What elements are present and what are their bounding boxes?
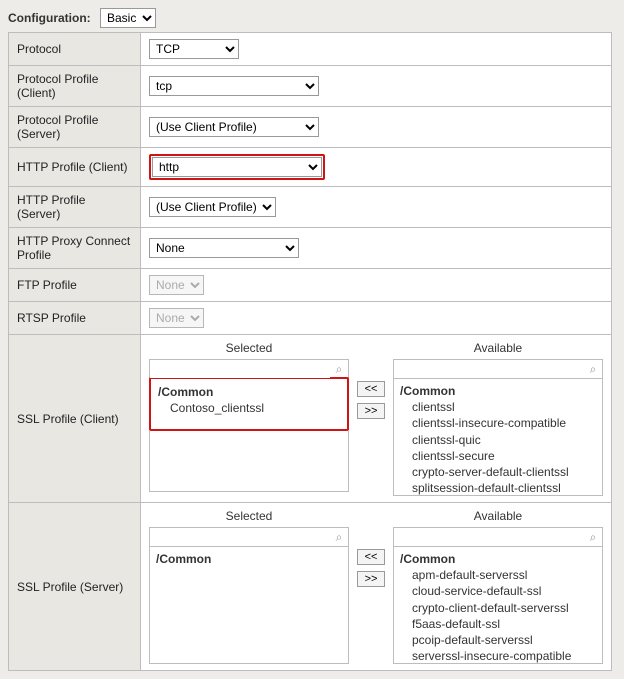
ssl-client-available-group: /Common <box>400 383 596 399</box>
ssl-server-available-group: /Common <box>400 551 596 567</box>
search-icon[interactable]: ⌕ <box>330 360 348 378</box>
label-protocol: Protocol <box>9 33 141 66</box>
ssl-server-available-search[interactable] <box>394 528 584 546</box>
label-ftp-profile: FTP Profile <box>9 269 141 302</box>
list-item[interactable]: clientssl <box>400 399 596 415</box>
list-item[interactable]: apm-default-serverssl <box>400 567 596 583</box>
search-icon[interactable]: ⌕ <box>330 528 348 546</box>
label-rtsp-profile: RTSP Profile <box>9 302 141 335</box>
ssl-server-selected-list[interactable]: /Common <box>149 546 349 664</box>
ssl-client-selected-header: Selected <box>149 341 349 359</box>
search-icon[interactable]: ⌕ <box>584 360 602 378</box>
list-item[interactable]: clientssl-insecure-compatible <box>400 415 596 431</box>
move-left-button[interactable]: << <box>357 381 385 397</box>
select-proto-profile-server[interactable]: (Use Client Profile) <box>149 117 319 137</box>
ssl-server-available-list[interactable]: /Common apm-default-serverssl cloud-serv… <box>393 546 603 664</box>
select-protocol[interactable]: TCP <box>149 39 239 59</box>
ssl-client-available-list[interactable]: /Common clientssl clientssl-insecure-com… <box>393 378 603 496</box>
label-ssl-client: SSL Profile (Client) <box>9 335 141 503</box>
list-item[interactable]: cloud-service-default-ssl <box>400 583 596 599</box>
ssl-client-selected-list-rest[interactable] <box>149 431 349 492</box>
label-http-profile-server: HTTP Profile (Server) <box>9 187 141 228</box>
ssl-client-selected-group: /Common <box>158 384 340 400</box>
ssl-server-available-header: Available <box>393 509 603 527</box>
label-ssl-server: SSL Profile (Server) <box>9 503 141 671</box>
select-proto-profile-client[interactable]: tcp <box>149 76 319 96</box>
list-item[interactable]: crypto-client-default-serverssl <box>400 600 596 616</box>
list-item[interactable]: pcoip-default-serverssl <box>400 632 596 648</box>
select-ftp-profile: None <box>149 275 204 295</box>
list-item[interactable]: crypto-server-default-clientssl <box>400 464 596 480</box>
list-item[interactable]: clientssl-secure <box>400 448 596 464</box>
move-right-button[interactable]: >> <box>357 403 385 419</box>
ssl-client-selected-list[interactable]: /Common Contoso_clientssl <box>151 379 347 429</box>
ssl-client-available-search[interactable] <box>394 360 584 378</box>
list-item[interactable]: serverssl-insecure-compatible <box>400 648 596 664</box>
list-item[interactable]: Contoso_clientssl <box>158 400 340 416</box>
select-http-profile-client[interactable]: http <box>152 157 322 177</box>
ssl-server-selected-search[interactable] <box>150 528 330 546</box>
list-item[interactable]: f5aas-default-ssl <box>400 616 596 632</box>
search-icon[interactable]: ⌕ <box>584 528 602 546</box>
ssl-client-available-header: Available <box>393 341 603 359</box>
config-label: Configuration: <box>8 11 91 25</box>
list-item[interactable]: splitsession-default-clientssl <box>400 480 596 496</box>
label-http-profile-client: HTTP Profile (Client) <box>9 148 141 187</box>
label-http-proxy-connect: HTTP Proxy Connect Profile <box>9 228 141 269</box>
ssl-client-selected-search[interactable] <box>150 360 330 378</box>
move-left-button[interactable]: << <box>357 549 385 565</box>
list-item[interactable]: clientssl-quic <box>400 432 596 448</box>
label-proto-profile-server: Protocol Profile (Server) <box>9 107 141 148</box>
config-select[interactable]: Basic <box>100 8 156 28</box>
ssl-server-selected-header: Selected <box>149 509 349 527</box>
move-right-button[interactable]: >> <box>357 571 385 587</box>
ssl-server-selected-group: /Common <box>156 551 342 567</box>
label-proto-profile-client: Protocol Profile (Client) <box>9 66 141 107</box>
select-http-profile-server[interactable]: (Use Client Profile) <box>149 197 276 217</box>
select-http-proxy-connect[interactable]: None <box>149 238 299 258</box>
config-table: Protocol TCP Protocol Profile (Client) t… <box>8 32 612 671</box>
select-rtsp-profile: None <box>149 308 204 328</box>
